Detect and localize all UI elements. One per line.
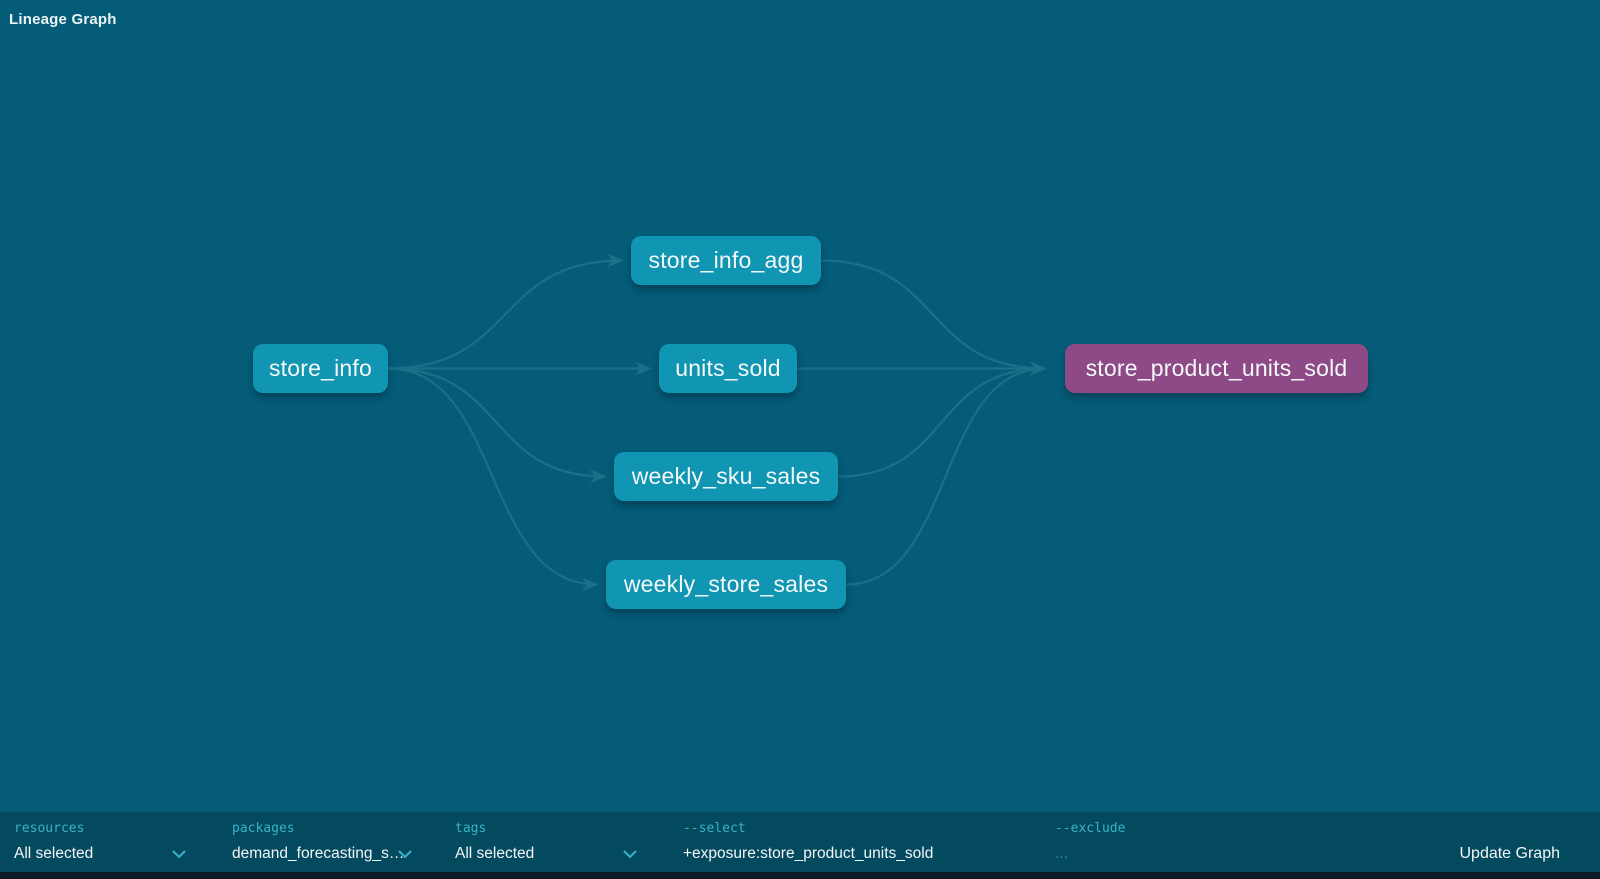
graph-node-store_info[interactable]: store_info — [253, 344, 388, 393]
graph-node-units_sold[interactable]: units_sold — [659, 344, 797, 393]
graph-node-weekly_sku_sales[interactable]: weekly_sku_sales — [614, 452, 838, 501]
filter-toolbar: resources All selected packages demand_f… — [0, 812, 1600, 872]
exclude-value: ... — [1055, 845, 1068, 863]
edge-weekly_sku_sales-to-store_product_units_sold — [838, 369, 1045, 477]
packages-value: demand_forecasting_sa... — [232, 845, 410, 863]
graph-node-store_product_units_sold[interactable]: store_product_units_sold — [1065, 344, 1368, 393]
page-title: Lineage Graph — [9, 11, 117, 28]
edge-layer — [0, 0, 1600, 812]
filter-select: --select +exposure:store_product_units_s… — [683, 812, 1033, 872]
resources-value: All selected — [14, 845, 93, 863]
chevron-down-icon — [172, 850, 186, 859]
packages-dropdown[interactable]: demand_forecasting_sa... — [232, 845, 412, 863]
edge-store_info-to-weekly_sku_sales — [388, 369, 605, 477]
lineage-graph-app: store_info store_info_agg units_soldweekly… — [0, 0, 1600, 879]
tags-value: All selected — [455, 845, 534, 863]
select-input[interactable]: +exposure:store_product_units_sold — [683, 845, 1033, 863]
filter-packages: packages demand_forecasting_sa... — [232, 812, 412, 872]
select-value: +exposure:store_product_units_sold — [683, 845, 933, 863]
resources-dropdown[interactable]: All selected — [14, 845, 186, 863]
update-graph-button[interactable]: Update Graph — [1459, 845, 1560, 863]
filter-resources: resources All selected — [14, 812, 186, 872]
exclude-input[interactable]: ... — [1055, 845, 1355, 863]
graph-node-store_info_agg[interactable]: store_info_agg — [631, 236, 821, 285]
graph-node-weekly_store_sales[interactable]: weekly_store_sales — [606, 560, 846, 609]
exclude-label: --exclude — [1055, 821, 1355, 836]
filter-tags: tags All selected — [455, 812, 637, 872]
edge-weekly_store_sales-to-store_product_units_sold — [846, 369, 1045, 585]
tags-dropdown[interactable]: All selected — [455, 845, 637, 863]
select-label: --select — [683, 821, 1033, 836]
tags-label: tags — [455, 821, 637, 836]
filter-exclude: --exclude ... — [1055, 812, 1355, 872]
packages-label: packages — [232, 821, 412, 836]
edge-store_info-to-weekly_store_sales — [388, 369, 597, 585]
chevron-down-icon — [398, 850, 412, 859]
bottom-strip — [0, 872, 1600, 879]
edge-store_info_agg-to-store_product_units_sold — [821, 261, 1045, 369]
chevron-down-icon — [623, 850, 637, 859]
resources-label: resources — [14, 821, 186, 836]
edge-store_info-to-store_info_agg — [388, 261, 622, 369]
lineage-canvas[interactable]: store_info store_info_agg units_soldweekly… — [0, 0, 1600, 812]
